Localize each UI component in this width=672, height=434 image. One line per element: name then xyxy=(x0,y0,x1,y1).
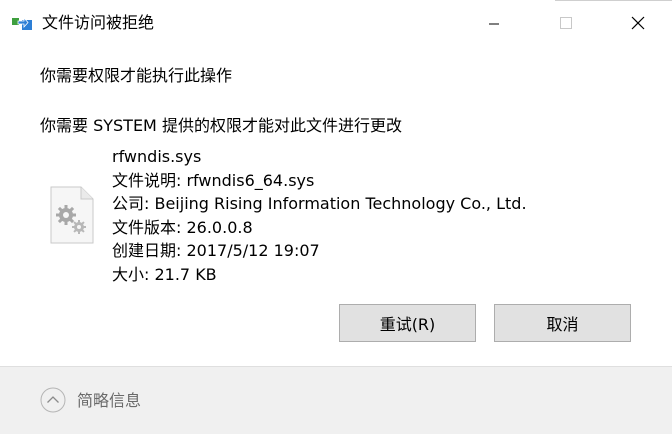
title-bar: 文件访问被拒绝 xyxy=(0,0,672,48)
file-size: 大小: 21.7 KB xyxy=(112,264,217,284)
close-icon xyxy=(631,15,645,34)
system-file-gears-icon xyxy=(50,186,94,244)
window-title: 文件访问被拒绝 xyxy=(42,13,155,32)
less-details-toggle[interactable]: 简略信息 xyxy=(77,390,141,412)
minimize-icon xyxy=(488,15,500,34)
close-button[interactable] xyxy=(602,0,672,48)
file-description: 文件说明: rfwndis6_64.sys xyxy=(112,170,315,190)
file-created-date: 创建日期: 2017/5/12 19:07 xyxy=(112,241,320,261)
minimize-button[interactable] xyxy=(458,0,530,48)
dialog-message: 你需要 SYSTEM 提供的权限才能对此文件进行更改 xyxy=(40,116,402,135)
chevron-up-icon[interactable] xyxy=(40,387,66,413)
file-details: rfwndis.sys 文件说明: rfwndis6_64.sys 公司: Be… xyxy=(112,145,527,287)
file-version: 文件版本: 26.0.0.8 xyxy=(112,217,253,237)
dialog-heading: 你需要权限才能执行此操作 xyxy=(40,66,233,85)
cancel-button[interactable]: 取消 xyxy=(494,304,631,342)
maximize-button[interactable] xyxy=(530,0,602,48)
file-transfer-icon xyxy=(12,14,34,32)
retry-button[interactable]: 重试(R) xyxy=(339,304,476,342)
footer-bar: 简略信息 xyxy=(0,366,672,434)
maximize-icon xyxy=(559,15,573,34)
file-name: rfwndis.sys xyxy=(112,147,202,166)
file-company: 公司: Beijing Rising Information Technolog… xyxy=(112,194,527,214)
